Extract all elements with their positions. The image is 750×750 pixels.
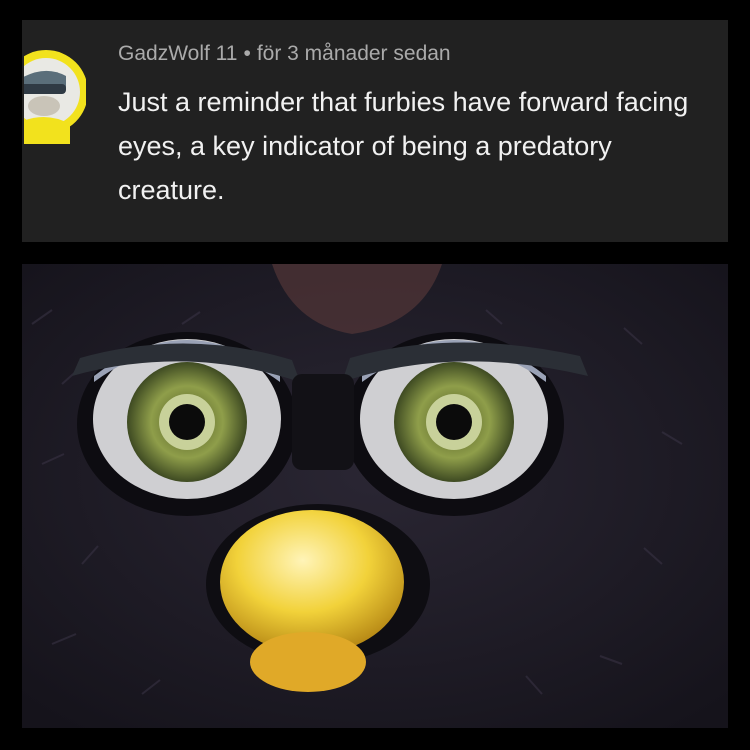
meta-separator: • — [243, 42, 251, 65]
furby-face-image — [22, 264, 728, 728]
user-avatar[interactable] — [24, 40, 86, 144]
furby-photo — [22, 264, 728, 728]
comment-meta: GadzWolf 11 • för 3 månader sedan — [118, 42, 451, 66]
comment-card: GadzWolf 11 • för 3 månader sedan Just a r… — [22, 20, 728, 242]
comment-text: Just a reminder that furbies have forwar… — [118, 87, 689, 205]
timestamp[interactable]: för 3 månader sedan — [257, 42, 451, 65]
cartoon-avatar-icon — [24, 50, 86, 144]
username[interactable]: GadzWolf 11 — [118, 42, 237, 65]
eye-bridge — [292, 374, 354, 470]
